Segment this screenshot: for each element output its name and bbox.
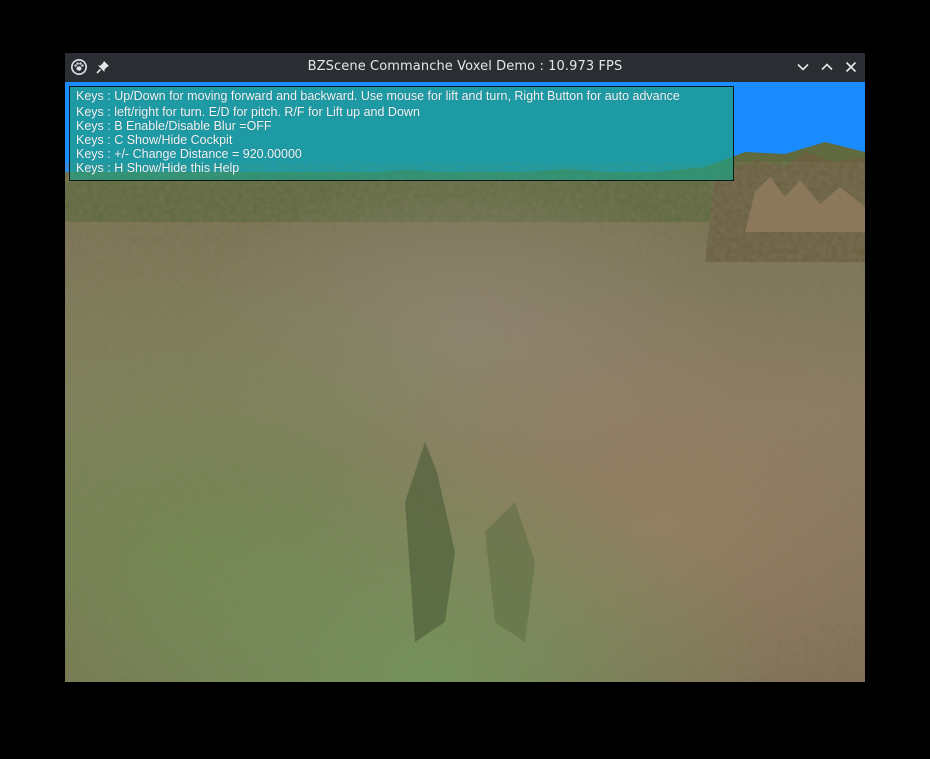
window-title: BZScene Commanche Voxel Demo : 10.973 FP… bbox=[307, 59, 623, 74]
chevron-up-icon bbox=[821, 63, 833, 71]
help-line: Keys : Up/Down for moving forward and ba… bbox=[76, 89, 680, 103]
help-line: Keys : +/- Change Distance = 920.00000 bbox=[76, 147, 302, 161]
close-button[interactable] bbox=[841, 57, 861, 77]
help-line: Keys : B Enable/Disable Blur =OFF bbox=[76, 119, 272, 133]
title-bar[interactable]: BZScene Commanche Voxel Demo : 10.973 FP… bbox=[65, 53, 865, 82]
close-icon bbox=[845, 61, 857, 73]
help-line: Keys : C Show/Hide Cockpit bbox=[76, 133, 233, 147]
help-line: Keys : left/right for turn. E/D for pitc… bbox=[76, 105, 420, 119]
chevron-down-icon bbox=[797, 63, 809, 71]
minimize-button[interactable] bbox=[793, 57, 813, 77]
app-window: BZScene Commanche Voxel Demo : 10.973 FP… bbox=[65, 53, 865, 682]
help-panel: Keys : Up/Down for moving forward and ba… bbox=[69, 86, 734, 181]
maximize-button[interactable] bbox=[817, 57, 837, 77]
help-line: Keys : H Show/Hide this Help bbox=[76, 161, 240, 175]
render-viewport[interactable]: Keys : Up/Down for moving forward and ba… bbox=[65, 82, 865, 682]
